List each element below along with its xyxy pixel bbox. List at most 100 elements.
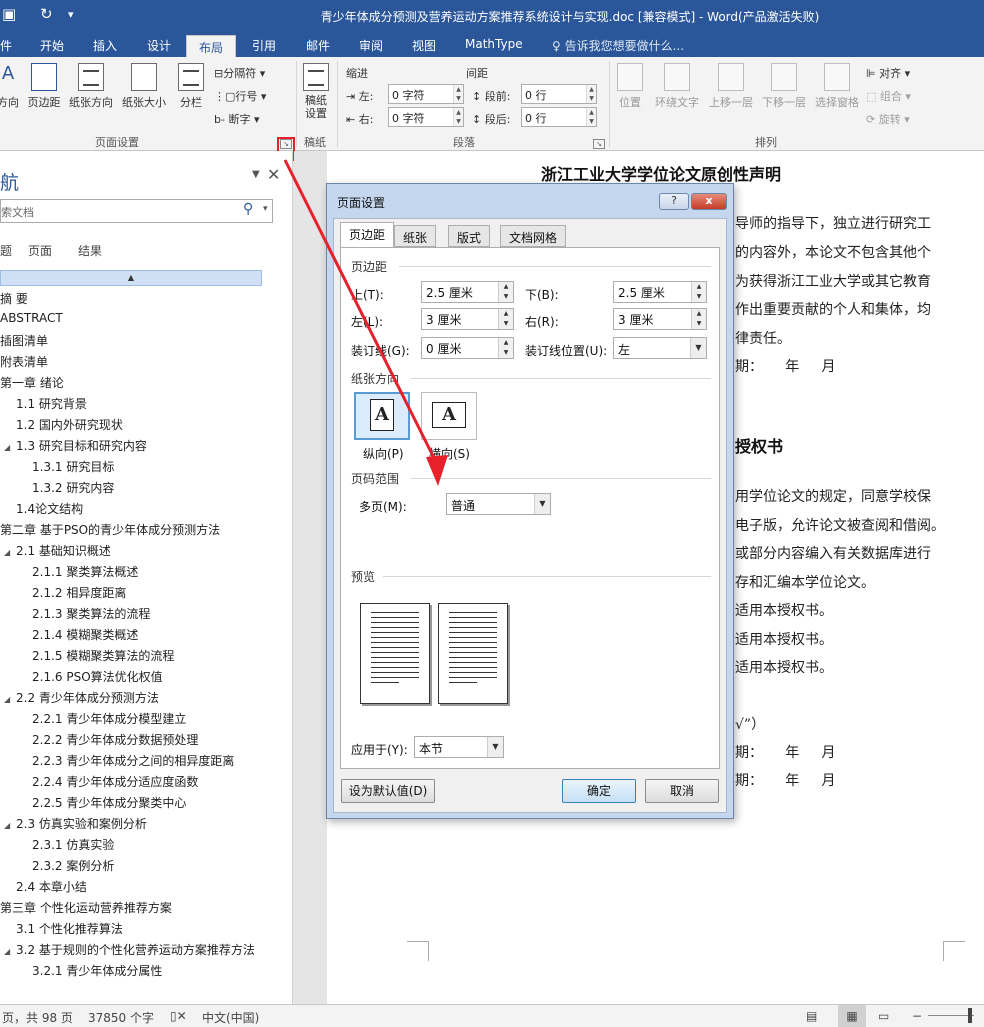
nav-heading-item[interactable]: ABSTRACT	[0, 311, 63, 325]
nav-tab-pages[interactable]: 页面	[28, 242, 52, 259]
tab-design[interactable]: 设计	[147, 37, 171, 54]
top-margin-input[interactable]: 2.5 厘米 ▲ ▼	[421, 281, 514, 303]
apply-to-select[interactable]: 本节 ▼	[414, 736, 504, 758]
nav-heading-item[interactable]: 2.1.5 模糊聚类算法的流程	[32, 647, 174, 664]
nav-heading-item[interactable]: 2.4 本章小结	[16, 878, 87, 895]
nav-heading-item[interactable]: 2.1.1 聚类算法概述	[32, 563, 138, 580]
gutter-spinner[interactable]: ▲ ▼	[498, 338, 513, 358]
zoom-slider-thumb[interactable]	[968, 1008, 972, 1023]
breaks-button[interactable]: ⊟分隔符 ▾	[214, 65, 265, 81]
zoom-out-icon[interactable]: −	[912, 1009, 922, 1023]
tell-me-box[interactable]: ♀ 告诉我您想要做什么...	[552, 37, 684, 54]
nav-heading-item[interactable]: 1.3.1 研究目标	[32, 458, 114, 475]
tab-insert[interactable]: 插入	[93, 37, 117, 54]
right-margin-spinner[interactable]: ▲ ▼	[691, 309, 706, 329]
indent-left-input[interactable]: 0 字符 ▲ ▼	[388, 84, 464, 104]
nav-heading-item[interactable]: 2.2.3 青少年体成分之间的相异度距离	[32, 752, 234, 769]
read-mode-icon[interactable]: ▤	[806, 1009, 817, 1023]
nav-heading-item[interactable]: 1.2 国内外研究现状	[16, 416, 123, 433]
orientation-button[interactable]: 纸张方向	[66, 63, 116, 110]
nav-heading-item[interactable]: 2.1.2 相异度距离	[32, 584, 126, 601]
selection-pane-button[interactable]: 选择窗格	[811, 63, 863, 110]
nav-heading-item[interactable]: 1.4论文结构	[16, 500, 83, 517]
landscape-option[interactable]: A	[421, 392, 477, 440]
tab-layout[interactable]: 版式	[448, 225, 491, 247]
size-button[interactable]: 纸张大小	[119, 63, 169, 110]
tab-document-grid[interactable]: 文档网格	[500, 225, 567, 247]
nav-heading-item[interactable]: 2.1.4 模糊聚类概述	[32, 626, 138, 643]
nav-heading-item[interactable]: ◢ 2.1 基础知识概述	[4, 542, 111, 559]
collapse-triangle-icon[interactable]: ◢	[4, 695, 16, 704]
tab-review[interactable]: 审阅	[359, 37, 383, 54]
columns-button[interactable]: 分栏	[174, 63, 208, 110]
nav-heading-item[interactable]: 2.3.1 仿真实验	[32, 836, 114, 853]
line-numbers-button[interactable]: ⋮▢行号 ▾	[214, 88, 266, 104]
text-direction-button[interactable]: A 方向	[0, 63, 20, 110]
tab-file[interactable]: 件	[0, 37, 12, 54]
nav-heading-item[interactable]: 3.1 个性化推荐算法	[16, 920, 123, 937]
tab-mathtype[interactable]: MathType	[465, 37, 523, 51]
nav-heading-item[interactable]: ◢ 2.2 青少年体成分预测方法	[4, 689, 159, 706]
nav-heading-item[interactable]: 2.2.4 青少年体成分适应度函数	[32, 773, 198, 790]
collapse-triangle-icon[interactable]: ◢	[4, 443, 16, 452]
tab-layout[interactable]: 布局	[186, 35, 237, 57]
save-icon[interactable]: ▣	[2, 5, 16, 23]
nav-heading-item[interactable]: 1.3.2 研究内容	[32, 479, 114, 496]
spacing-after-input[interactable]: 0 行 ▲ ▼	[521, 107, 597, 127]
nav-heading-item[interactable]: 2.2.5 青少年体成分聚类中心	[32, 794, 186, 811]
indent-left-spinner[interactable]: ▲ ▼	[453, 85, 463, 103]
bottom-margin-spinner[interactable]: ▲ ▼	[691, 282, 706, 302]
manuscript-settings-button[interactable]: 稿纸 设置	[300, 63, 332, 120]
nav-heading-item[interactable]: 2.2.2 青少年体成分数据预处理	[32, 731, 198, 748]
multiple-pages-select[interactable]: 普通 ▼	[446, 493, 551, 515]
close-button[interactable]: x	[691, 193, 727, 210]
spacing-after-spinner[interactable]: ▲ ▼	[586, 108, 596, 126]
search-dropdown-icon[interactable]: ▾	[263, 204, 268, 214]
nav-heading-item[interactable]: 3.2.1 青少年体成分属性	[32, 962, 162, 979]
portrait-option[interactable]: A	[354, 392, 410, 440]
nav-heading-item[interactable]: 第二章 基于PSO的青少年体成分预测方法	[0, 521, 220, 538]
nav-heading-item[interactable]: 2.1.3 聚类算法的流程	[32, 605, 150, 622]
wrap-text-button[interactable]: 环绕文字	[651, 63, 703, 110]
right-margin-input[interactable]: 3 厘米 ▲ ▼	[613, 308, 707, 330]
language-indicator[interactable]: 中文(中国)	[202, 1009, 259, 1026]
nav-tab-results[interactable]: 结果	[78, 242, 102, 259]
tab-view[interactable]: 视图	[412, 37, 436, 54]
tab-references[interactable]: 引用	[252, 37, 276, 54]
left-margin-input[interactable]: 3 厘米 ▲ ▼	[421, 308, 514, 330]
nav-heading-item[interactable]: 2.1.6 PSO算法优化权值	[32, 668, 163, 685]
customize-quick-access-icon[interactable]: ▾	[68, 8, 74, 21]
hyphenation-button[interactable]: b‑ 断字 ▾	[214, 111, 259, 127]
ok-button[interactable]: 确定	[562, 779, 636, 803]
tab-margins[interactable]: 页边距	[340, 222, 395, 248]
nav-tab-headings[interactable]: 题	[0, 242, 12, 259]
paragraph-dialog-launcher[interactable]: ↘	[593, 139, 605, 149]
spacing-before-input[interactable]: 0 行 ▲ ▼	[521, 84, 597, 104]
top-margin-spinner[interactable]: ▲ ▼	[498, 282, 513, 302]
left-margin-spinner[interactable]: ▲ ▼	[498, 309, 513, 329]
spacing-before-spinner[interactable]: ▲ ▼	[586, 85, 596, 103]
search-icon[interactable]: ⚲	[243, 201, 253, 217]
indent-right-input[interactable]: 0 字符 ▲ ▼	[388, 107, 464, 127]
align-button[interactable]: ⊫ 对齐 ▾	[866, 65, 910, 81]
tab-paper[interactable]: 纸张	[394, 225, 437, 247]
web-layout-icon[interactable]: ▭	[878, 1009, 889, 1023]
nav-scroll-up-button[interactable]: ▲	[0, 270, 262, 286]
redo-icon[interactable]: ↻	[40, 5, 53, 23]
nav-heading-item[interactable]: 第三章 个性化运动营养推荐方案	[0, 899, 172, 916]
nav-heading-item[interactable]: 插图清单	[0, 332, 48, 349]
collapse-triangle-icon[interactable]: ◢	[4, 548, 16, 557]
gutter-position-select[interactable]: 左 ▼	[613, 337, 707, 359]
position-button[interactable]: 位置	[613, 63, 647, 110]
margins-button[interactable]: 页边距	[24, 63, 64, 110]
rotate-button[interactable]: ⟳ 旋转 ▾	[866, 111, 910, 127]
nav-heading-item[interactable]: 2.3.2 案例分析	[32, 857, 114, 874]
collapse-triangle-icon[interactable]: ◢	[4, 947, 16, 956]
proofing-icon[interactable]: ▯✕	[170, 1009, 187, 1023]
send-backward-button[interactable]: 下移一层	[758, 63, 810, 110]
nav-heading-item[interactable]: 附表清单	[0, 353, 48, 370]
tab-mailings[interactable]: 邮件	[306, 37, 330, 54]
nav-heading-item[interactable]: 摘 要	[0, 290, 28, 307]
gutter-input[interactable]: 0 厘米 ▲ ▼	[421, 337, 514, 359]
help-button[interactable]: ?	[659, 193, 689, 210]
